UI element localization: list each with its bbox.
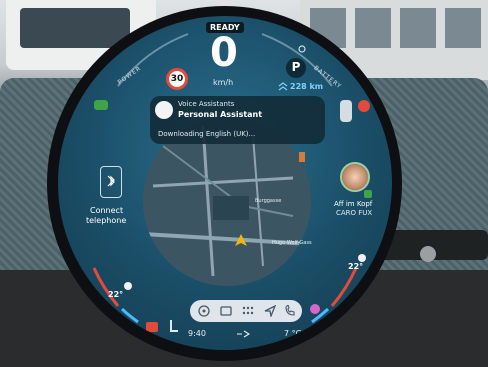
range-value: 228 km bbox=[290, 82, 324, 91]
bluetooth-icon bbox=[100, 166, 122, 198]
street-label-2: Hugo-Wolf-Gass bbox=[272, 240, 312, 246]
alert-icon bbox=[358, 100, 370, 112]
seat-heating-icon[interactable] bbox=[146, 322, 158, 332]
media-artist: CARO FUX bbox=[336, 209, 373, 217]
left-temp-knob[interactable] bbox=[124, 282, 132, 290]
connect-label-line1: Connect bbox=[90, 206, 124, 215]
bottom-menu-bar bbox=[190, 300, 302, 322]
media-icon[interactable] bbox=[220, 305, 232, 317]
outside-temperature: 7 °C bbox=[284, 329, 302, 338]
clock-time: 9:40 bbox=[188, 329, 206, 338]
speed-unit: km/h bbox=[213, 78, 234, 87]
connectivity-icon bbox=[237, 330, 250, 338]
round-display: POWER BATTERY READY 0 km/h 30 P 228 km B… bbox=[58, 16, 392, 350]
right-temperature[interactable]: 22° bbox=[348, 262, 363, 271]
headlights-indicator-icon bbox=[94, 100, 108, 110]
media-source-icon bbox=[364, 190, 372, 198]
media-title: Aff im Kopf bbox=[334, 200, 373, 208]
album-art[interactable] bbox=[340, 162, 370, 192]
left-temperature[interactable]: 22° bbox=[108, 290, 123, 299]
download-status: Downloading English (UK)... bbox=[158, 130, 256, 138]
street-label-1: Burggasse bbox=[255, 198, 282, 204]
connect-telephone-button[interactable]: Connect telephone bbox=[86, 166, 134, 236]
phone-icon[interactable] bbox=[284, 305, 296, 317]
vehicle-position-icon bbox=[235, 234, 247, 246]
user-profile-icon[interactable] bbox=[310, 304, 320, 314]
speed-limit-value: 30 bbox=[170, 74, 184, 84]
vent-knob bbox=[420, 246, 436, 262]
gas-station-icon bbox=[299, 152, 305, 162]
speed-value: 0 bbox=[210, 30, 238, 76]
connect-label-line2: telephone bbox=[86, 216, 127, 225]
voice-assistant-card[interactable]: Voice Assistants Personal Assistant Down… bbox=[150, 96, 325, 144]
gear-indicator: P bbox=[286, 58, 306, 78]
right-temp-knob[interactable] bbox=[358, 254, 366, 262]
range-icon bbox=[278, 82, 288, 91]
voice-assistant-title: Voice Assistants bbox=[178, 100, 235, 108]
voice-assistant-subtitle: Personal Assistant bbox=[178, 110, 263, 119]
seat-icon[interactable] bbox=[170, 320, 178, 332]
assistant-avatar-icon bbox=[155, 101, 173, 119]
fan-icon[interactable] bbox=[198, 305, 210, 317]
car-status-icon bbox=[340, 100, 352, 122]
navigation-icon[interactable] bbox=[264, 305, 276, 317]
speed-limit-sign: 30 bbox=[166, 68, 188, 90]
apps-icon[interactable] bbox=[242, 305, 254, 317]
gear-value: P bbox=[291, 60, 301, 74]
settings-icon[interactable] bbox=[296, 44, 308, 54]
